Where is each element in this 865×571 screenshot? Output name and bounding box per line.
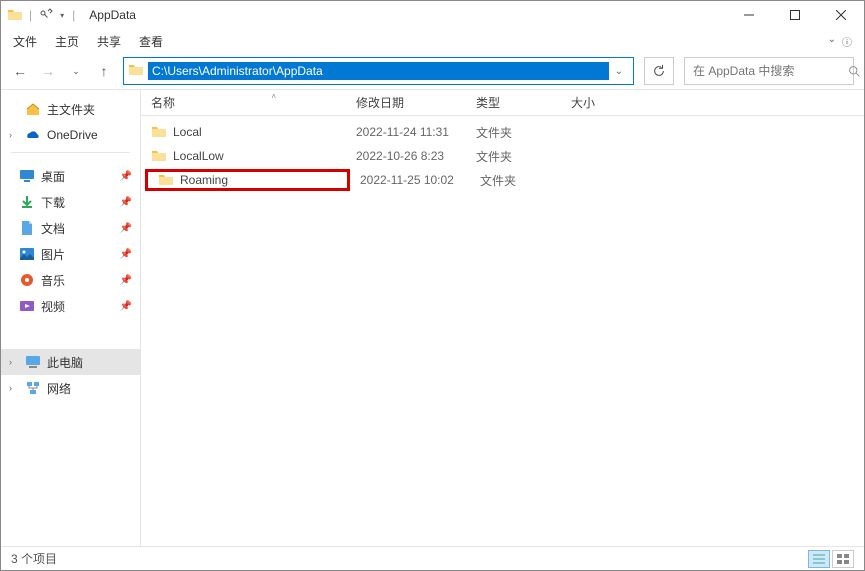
- file-list[interactable]: Local 2022-11-24 11:31 文件夹 LocalLow 2022…: [141, 116, 864, 546]
- title-bar: | ▾ | AppData: [1, 1, 864, 29]
- content-pane: 名称 ˄ 修改日期 类型 大小 Local 2022-11-24 11:31 文…: [141, 90, 864, 546]
- pin-icon[interactable]: 📌: [120, 249, 132, 260]
- main-area: 主文件夹 › OneDrive 桌面 📌 下载 📌 文档 📌 图: [1, 89, 864, 546]
- downloads-icon: [19, 194, 35, 210]
- sidebar-label: 此电脑: [47, 354, 83, 371]
- chevron-right-icon[interactable]: ›: [9, 383, 12, 393]
- column-header-size[interactable]: 大小: [561, 94, 641, 111]
- desktop-icon: [19, 168, 35, 184]
- folder-icon: [128, 62, 146, 80]
- file-date: 2022-10-26 8:23: [346, 149, 466, 163]
- documents-icon: [19, 220, 35, 236]
- pin-icon[interactable]: 📌: [120, 171, 132, 182]
- file-type: 文件夹: [470, 172, 565, 189]
- sidebar-label: 主文件夹: [47, 101, 95, 118]
- sidebar-label: 文档: [41, 220, 65, 237]
- onedrive-icon: [25, 127, 41, 143]
- sidebar-item-pictures[interactable]: 图片 📌: [1, 241, 140, 267]
- column-header-type[interactable]: 类型: [466, 94, 561, 111]
- search-input[interactable]: [693, 64, 848, 78]
- home-icon: [25, 101, 41, 117]
- window-title: AppData: [89, 8, 136, 22]
- chevron-right-icon[interactable]: ›: [9, 130, 12, 140]
- nav-bar: ← → ⌄ ↑ ⌄: [1, 53, 864, 89]
- sidebar-label: 桌面: [41, 168, 65, 185]
- chevron-right-icon[interactable]: ›: [9, 357, 12, 367]
- back-button[interactable]: ←: [11, 63, 29, 79]
- item-count: 3 个项目: [11, 550, 57, 567]
- sidebar-label: 音乐: [41, 272, 65, 289]
- divider-icon: |: [29, 8, 32, 22]
- videos-icon: [19, 298, 35, 314]
- network-icon: [25, 380, 41, 396]
- file-date: 2022-11-25 10:02: [350, 173, 470, 187]
- pictures-icon: [19, 246, 35, 262]
- maximize-button[interactable]: [772, 1, 818, 29]
- sidebar-item-desktop[interactable]: 桌面 📌: [1, 163, 140, 189]
- sidebar-label: OneDrive: [47, 128, 98, 142]
- pin-icon[interactable]: 📌: [120, 275, 132, 286]
- sidebar-label: 网络: [47, 380, 71, 397]
- menu-view[interactable]: 查看: [139, 33, 163, 50]
- sidebar-item-videos[interactable]: 视频 📌: [1, 293, 140, 319]
- view-icons-button[interactable]: [832, 550, 854, 568]
- music-icon: [19, 272, 35, 288]
- file-name: Local: [173, 125, 202, 139]
- folder-icon: [7, 7, 23, 23]
- thispc-icon: [25, 354, 41, 370]
- address-input[interactable]: [148, 62, 609, 80]
- sidebar-item-documents[interactable]: 文档 📌: [1, 215, 140, 241]
- address-bar[interactable]: ⌄: [123, 57, 634, 85]
- ribbon-toggle-icon[interactable]: ⌄: [828, 34, 836, 49]
- pin-icon[interactable]: 📌: [120, 301, 132, 312]
- dropdown-icon[interactable]: ▾: [60, 11, 64, 20]
- sidebar: 主文件夹 › OneDrive 桌面 📌 下载 📌 文档 📌 图: [1, 90, 141, 546]
- status-bar: 3 个项目: [1, 546, 864, 570]
- sidebar-item-network[interactable]: › 网络: [1, 375, 140, 401]
- separator: [11, 152, 130, 153]
- minimize-button[interactable]: [726, 1, 772, 29]
- sort-indicator-icon: ˄: [271, 92, 276, 101]
- menu-home[interactable]: 主页: [55, 33, 79, 50]
- search-icon[interactable]: [848, 65, 861, 78]
- sidebar-label: 图片: [41, 246, 65, 263]
- file-date: 2022-11-24 11:31: [346, 125, 466, 139]
- up-button[interactable]: ↑: [95, 63, 113, 79]
- sidebar-item-music[interactable]: 音乐 📌: [1, 267, 140, 293]
- file-name: Roaming: [180, 173, 228, 187]
- address-dropdown-icon[interactable]: ⌄: [615, 66, 623, 77]
- sidebar-item-home[interactable]: 主文件夹: [1, 96, 140, 122]
- sidebar-item-downloads[interactable]: 下载 📌: [1, 189, 140, 215]
- pin-icon[interactable]: 📌: [120, 197, 132, 208]
- view-details-button[interactable]: [808, 550, 830, 568]
- properties-icon[interactable]: [38, 7, 54, 23]
- folder-icon: [158, 172, 174, 188]
- help-icon[interactable]: ⓘ: [842, 34, 852, 49]
- file-name: LocalLow: [173, 149, 224, 163]
- forward-button[interactable]: →: [39, 63, 57, 79]
- file-type: 文件夹: [466, 148, 561, 165]
- sidebar-label: 视频: [41, 298, 65, 315]
- column-headers: 名称 ˄ 修改日期 类型 大小: [141, 90, 864, 116]
- folder-icon: [151, 124, 167, 140]
- sidebar-label: 下载: [41, 194, 65, 211]
- folder-icon: [151, 148, 167, 164]
- search-box[interactable]: [684, 57, 854, 85]
- sidebar-item-thispc[interactable]: › 此电脑: [1, 349, 140, 375]
- file-row[interactable]: Local 2022-11-24 11:31 文件夹: [141, 120, 864, 144]
- column-header-date[interactable]: 修改日期: [346, 94, 466, 111]
- close-button[interactable]: [818, 1, 864, 29]
- menu-bar: 文件 主页 共享 查看 ⌄ ⓘ: [1, 29, 864, 53]
- divider-icon: |: [72, 8, 75, 22]
- recent-dropdown-icon[interactable]: ⌄: [67, 66, 85, 77]
- column-header-name[interactable]: 名称 ˄: [141, 94, 346, 111]
- refresh-button[interactable]: [644, 57, 674, 85]
- sidebar-item-onedrive[interactable]: › OneDrive: [1, 122, 140, 148]
- menu-share[interactable]: 共享: [97, 33, 121, 50]
- pin-icon[interactable]: 📌: [120, 223, 132, 234]
- file-type: 文件夹: [466, 124, 561, 141]
- file-row[interactable]: LocalLow 2022-10-26 8:23 文件夹: [141, 144, 864, 168]
- menu-file[interactable]: 文件: [13, 33, 37, 50]
- file-row[interactable]: Roaming 2022-11-25 10:02 文件夹: [141, 168, 864, 192]
